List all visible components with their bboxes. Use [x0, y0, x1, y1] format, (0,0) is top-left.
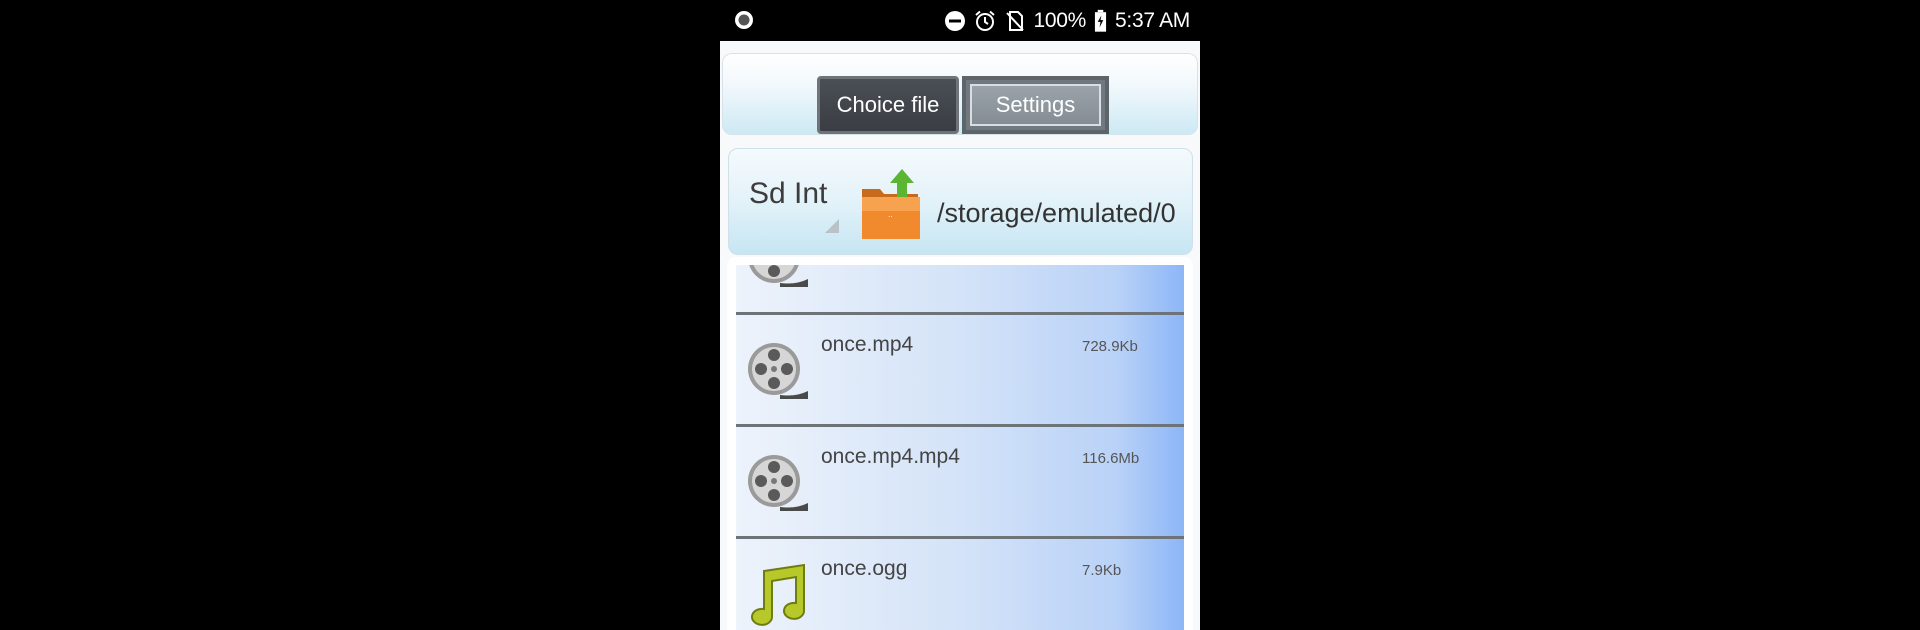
tab-bar: Choice file Settings: [722, 53, 1198, 135]
circle-record-icon: [735, 11, 753, 29]
tab-choice-file-label: Choice file: [836, 92, 940, 117]
file-list-container: once.mp4 728.9Kb once.mp4.mp4 116.6Mb on…: [727, 257, 1193, 630]
tab-settings-inner: Settings: [970, 84, 1101, 126]
tab-settings[interactable]: Settings: [962, 76, 1109, 134]
phone-screen: 100% 5:37 AM Choice file Settings Sd Int: [720, 0, 1200, 630]
file-size: 116.6Mb: [1082, 450, 1140, 467]
battery-percent: 100%: [1033, 9, 1087, 32]
no-sim-icon: [1005, 11, 1024, 31]
status-icons: 100% 5:37 AM: [944, 8, 1190, 34]
file-size: 7.9Kb: [1082, 562, 1122, 579]
file-chooser-app: Choice file Settings Sd Int .. /storage/…: [720, 41, 1200, 630]
music-note-icon: [751, 563, 805, 626]
tab-settings-label: Settings: [995, 92, 1076, 117]
folder-up-icon[interactable]: ..: [860, 167, 922, 241]
alarm-clock-icon: [974, 10, 995, 31]
file-row[interactable]: [736, 265, 1184, 315]
file-row[interactable]: once.mp4.mp4 116.6Mb: [736, 427, 1184, 539]
file-row[interactable]: once.ogg 7.9Kb: [736, 539, 1184, 630]
film-reel-icon: [748, 343, 808, 399]
current-path: /storage/emulated/0: [937, 198, 1176, 228]
status-bar: 100% 5:37 AM: [720, 0, 1200, 41]
battery-charging-icon: [1094, 9, 1107, 32]
file-row[interactable]: once.mp4 728.9Kb: [736, 315, 1184, 427]
svg-text:..: ..: [888, 210, 892, 219]
file-name: once.mp4.mp4: [821, 445, 960, 468]
storage-selector[interactable]: Sd Int: [749, 177, 827, 211]
file-name: once.ogg: [821, 557, 908, 580]
do-not-disturb-icon: [944, 11, 965, 31]
film-reel-icon: [749, 265, 808, 287]
tab-choice-file[interactable]: Choice file: [817, 76, 959, 134]
file-list[interactable]: once.mp4 728.9Kb once.mp4.mp4 116.6Mb on…: [736, 265, 1184, 630]
file-size: 728.9Kb: [1082, 338, 1138, 355]
dropdown-triangle-icon[interactable]: [825, 219, 839, 233]
path-bar: Sd Int .. /storage/emulated/0: [728, 148, 1193, 255]
file-name: once.mp4: [821, 333, 914, 356]
clock-time: 5:37 AM: [1115, 9, 1190, 32]
film-reel-icon: [748, 455, 808, 511]
